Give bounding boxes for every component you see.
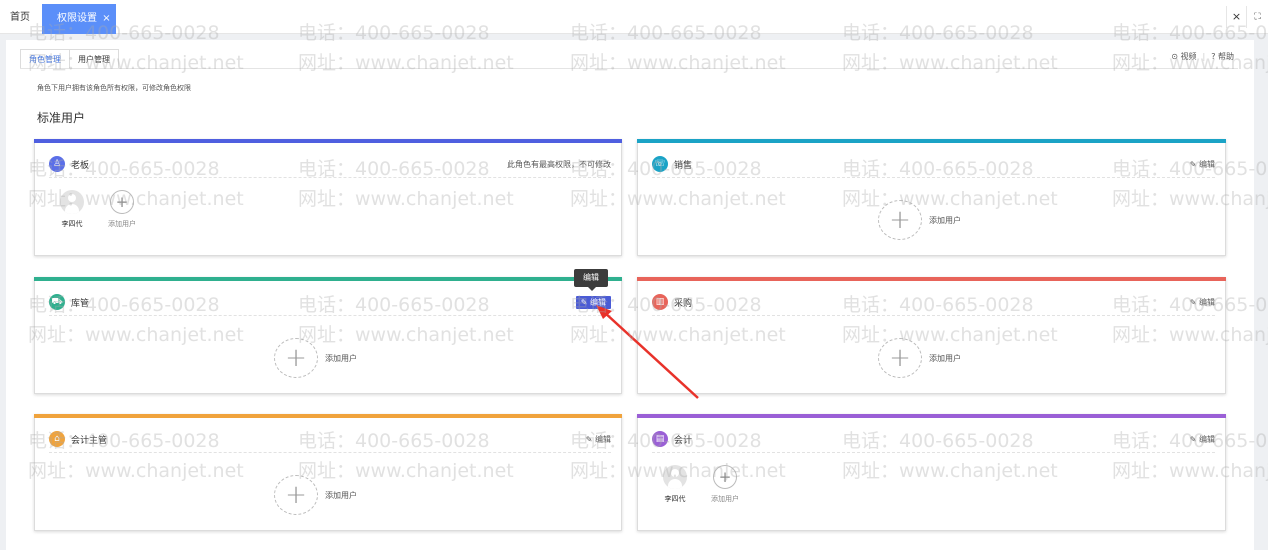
user-list: 李四代 + 添加用户 (49, 190, 145, 229)
avatar (663, 465, 687, 489)
user-item[interactable]: 李四代 (652, 465, 698, 504)
calculator-icon: ▤ (652, 431, 668, 447)
add-user-button[interactable]: + 添加用户 (702, 465, 748, 504)
section-title: 标准用户 (37, 111, 86, 125)
edit-label: 编辑 (590, 297, 606, 307)
add-user-label: 添加用户 (108, 220, 136, 228)
role-card-accountant: ▤ 会计 ✎ 编辑 李四代 + 添加用户 (637, 414, 1226, 531)
ledger-icon: ⌂ (49, 431, 65, 447)
add-user-button[interactable]: + 添加用户 (274, 338, 357, 378)
add-user-label: 添加用户 (929, 215, 961, 225)
plus-icon: + (713, 465, 737, 489)
help-icon: ? (1211, 52, 1216, 61)
role-name: 销售 (674, 160, 693, 171)
help-label: 帮助 (1218, 52, 1234, 61)
edit-label: 编辑 (1199, 297, 1215, 307)
card-divider (652, 177, 1215, 178)
card-divider (49, 177, 611, 178)
role-note: 此角色有最高权限，不可修改 (507, 159, 611, 169)
plus-icon: + (878, 338, 922, 378)
role-name: 采购 (674, 298, 693, 309)
role-name: 会计 (674, 435, 693, 446)
plus-icon: + (110, 190, 134, 214)
user-item[interactable]: 李四代 (49, 190, 95, 229)
role-card-warehouse: ⛟ 库管 ✎ 编辑 + 添加用户 (34, 277, 622, 394)
user-name: 李四代 (664, 495, 686, 503)
role-hint-text: 角色下用户拥有该角色所有权限，可修改角色权限 (37, 84, 191, 92)
role-name: 会计主管 (71, 435, 108, 446)
role-name: 库管 (71, 298, 90, 309)
add-user-label: 添加用户 (325, 490, 357, 500)
avatar (60, 190, 84, 214)
tab-close-icon[interactable]: × (102, 13, 110, 24)
add-user-label: 添加用户 (711, 495, 739, 503)
user-name: 李四代 (61, 220, 83, 228)
edit-button[interactable]: ✎ 编辑 (1190, 297, 1215, 308)
edit-button[interactable]: ✎ 编辑 (1190, 159, 1215, 170)
plus-icon: + (274, 475, 318, 515)
edit-button[interactable]: ✎ 编辑 (586, 434, 611, 445)
top-tab-bar: 首页 权限设置 × × ⛶ (0, 0, 1268, 34)
user-list: 李四代 + 添加用户 (652, 465, 748, 504)
card-color-bar (637, 277, 1226, 281)
chart-icon: ▥ (652, 294, 668, 310)
add-user-button[interactable]: + 添加用户 (274, 475, 357, 515)
separator: | (1202, 52, 1206, 61)
card-divider (49, 452, 611, 453)
video-link[interactable]: ⊙ 视频 (1171, 51, 1196, 62)
video-icon: ⊙ (1171, 52, 1178, 61)
role-card-sales: ☏ 销售 ✎ 编辑 + 添加用户 (637, 139, 1226, 256)
plus-icon: + (274, 338, 318, 378)
edit-button[interactable]: ✎ 编辑 (1190, 434, 1215, 445)
card-color-bar (34, 139, 622, 143)
add-user-button[interactable]: + 添加用户 (99, 190, 145, 229)
help-links: ⊙ 视频 | ? 帮助 (1171, 51, 1234, 62)
sub-tabs: 角色管理 用户管理 (20, 49, 119, 69)
card-color-bar (637, 414, 1226, 418)
role-card-chief-accountant: ⌂ 会计主管 ✎ 编辑 + 添加用户 (34, 414, 622, 531)
tab-home[interactable]: 首页 (0, 0, 40, 34)
card-divider (49, 315, 611, 316)
add-user-button[interactable]: + 添加用户 (878, 200, 961, 240)
edit-label: 编辑 (1199, 434, 1215, 444)
plus-icon: + (878, 200, 922, 240)
card-divider (652, 315, 1215, 316)
tab-role-management[interactable]: 角色管理 (20, 49, 70, 69)
fullscreen-icon[interactable]: ⛶ (1246, 6, 1268, 28)
tab-user-management[interactable]: 用户管理 (70, 49, 119, 69)
edit-button[interactable]: ✎ 编辑 (575, 295, 611, 309)
user-role-icon: ♙ (49, 156, 65, 172)
help-link[interactable]: ? 帮助 (1211, 51, 1234, 62)
add-user-button[interactable]: + 添加用户 (878, 338, 961, 378)
edit-tooltip: 编辑 (574, 269, 608, 291)
add-user-label: 添加用户 (929, 353, 961, 363)
add-user-label: 添加用户 (325, 353, 357, 363)
tab-label: 权限设置 (57, 13, 97, 24)
card-color-bar (34, 277, 622, 281)
role-card-boss: ♙ 老板 此角色有最高权限，不可修改 李四代 + 添加用户 (34, 139, 622, 256)
role-card-purchase: ▥ 采购 ✎ 编辑 + 添加用户 (637, 277, 1226, 394)
close-icon[interactable]: × (1226, 6, 1246, 28)
card-color-bar (34, 414, 622, 418)
card-divider (652, 452, 1215, 453)
cart-icon: ⛟ (49, 294, 65, 310)
role-name: 老板 (71, 160, 90, 171)
edit-label: 编辑 (595, 434, 611, 444)
card-color-bar (637, 139, 1226, 143)
tab-permission-settings[interactable]: 权限设置 × (42, 4, 116, 34)
divider (20, 68, 1238, 69)
video-label: 视频 (1180, 52, 1197, 61)
sales-icon: ☏ (652, 156, 668, 172)
edit-label: 编辑 (1199, 159, 1215, 169)
